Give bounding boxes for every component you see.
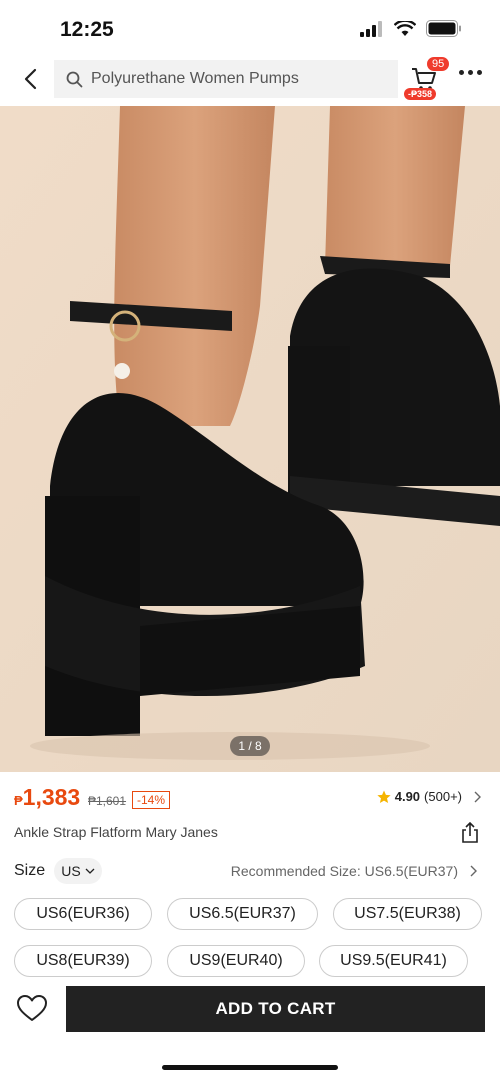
size-header: Size US Recommended Size: US6.5(EUR37) xyxy=(14,856,486,886)
size-region-select[interactable]: US xyxy=(54,858,102,884)
share-icon xyxy=(462,821,478,843)
size-option[interactable]: US6(EUR36) xyxy=(14,898,152,930)
original-price: ₱1,601 xyxy=(88,794,127,808)
share-button[interactable] xyxy=(460,821,482,844)
more-dot xyxy=(459,70,464,75)
shoe-photo xyxy=(0,106,500,772)
status-bar: 12:25 xyxy=(0,0,500,56)
current-price: ₱1,383 xyxy=(14,784,80,811)
cart-count-badge: 95 xyxy=(426,56,451,72)
title-row: Ankle Strap Flatform Mary Janes xyxy=(14,821,486,844)
chevron-down-icon xyxy=(85,868,95,874)
product-image[interactable]: 1 / 8 xyxy=(0,106,500,772)
chevron-right-icon xyxy=(470,865,477,877)
size-option[interactable]: US6.5(EUR37) xyxy=(167,898,318,930)
recommended-size-text: Recommended Size: US6.5(EUR37) xyxy=(230,863,458,879)
discount-badge: -14% xyxy=(132,791,171,809)
cart-button[interactable]: 95 -₱358 xyxy=(404,56,451,100)
cart-coupon-badge: -₱358 xyxy=(404,88,437,100)
chevron-right-icon xyxy=(474,791,481,802)
search-input[interactable]: Polyurethane Women Pumps xyxy=(54,60,398,98)
star-icon xyxy=(377,790,391,803)
currency-symbol: ₱ xyxy=(14,793,23,808)
rating-link[interactable]: 4.90 (500+) xyxy=(377,789,482,804)
price-row: ₱1,383 ₱1,601 -14% 4.90 (500+) xyxy=(0,782,500,814)
more-options-button[interactable] xyxy=(459,70,482,75)
size-label: Size xyxy=(14,862,46,879)
image-counter: 1 / 8 xyxy=(230,736,270,756)
top-nav: Polyurethane Women Pumps 95 -₱358 xyxy=(0,56,500,106)
size-option[interactable]: US9.5(EUR41) xyxy=(319,945,468,977)
wishlist-button[interactable] xyxy=(16,994,50,1024)
product-title: Ankle Strap Flatform Mary Janes xyxy=(14,824,218,840)
wifi-icon xyxy=(394,20,416,36)
rating-value: 4.90 xyxy=(394,789,421,804)
status-icons xyxy=(360,20,462,37)
status-time: 12:25 xyxy=(60,18,114,41)
add-to-cart-button[interactable]: ADD TO CART xyxy=(66,986,485,1032)
battery-icon xyxy=(426,20,461,37)
more-dot xyxy=(468,70,473,75)
home-indicator xyxy=(162,1065,338,1070)
size-option[interactable]: US7.5(EUR38) xyxy=(333,898,482,930)
heart-icon xyxy=(17,995,47,1021)
price-value: 1,383 xyxy=(22,784,81,810)
back-button[interactable] xyxy=(16,64,44,94)
search-query: Polyurethane Women Pumps xyxy=(91,70,299,87)
search-icon xyxy=(66,71,83,87)
more-dot xyxy=(477,70,482,75)
chevron-left-icon xyxy=(24,68,37,90)
signal-icon xyxy=(360,20,382,37)
review-count: (500+) xyxy=(424,789,462,804)
size-region-value: US xyxy=(61,863,81,879)
size-option[interactable]: US9(EUR40) xyxy=(167,945,305,977)
size-option[interactable]: US8(EUR39) xyxy=(14,945,152,977)
recommended-size-link[interactable]: Recommended Size: US6.5(EUR37) xyxy=(231,863,478,879)
